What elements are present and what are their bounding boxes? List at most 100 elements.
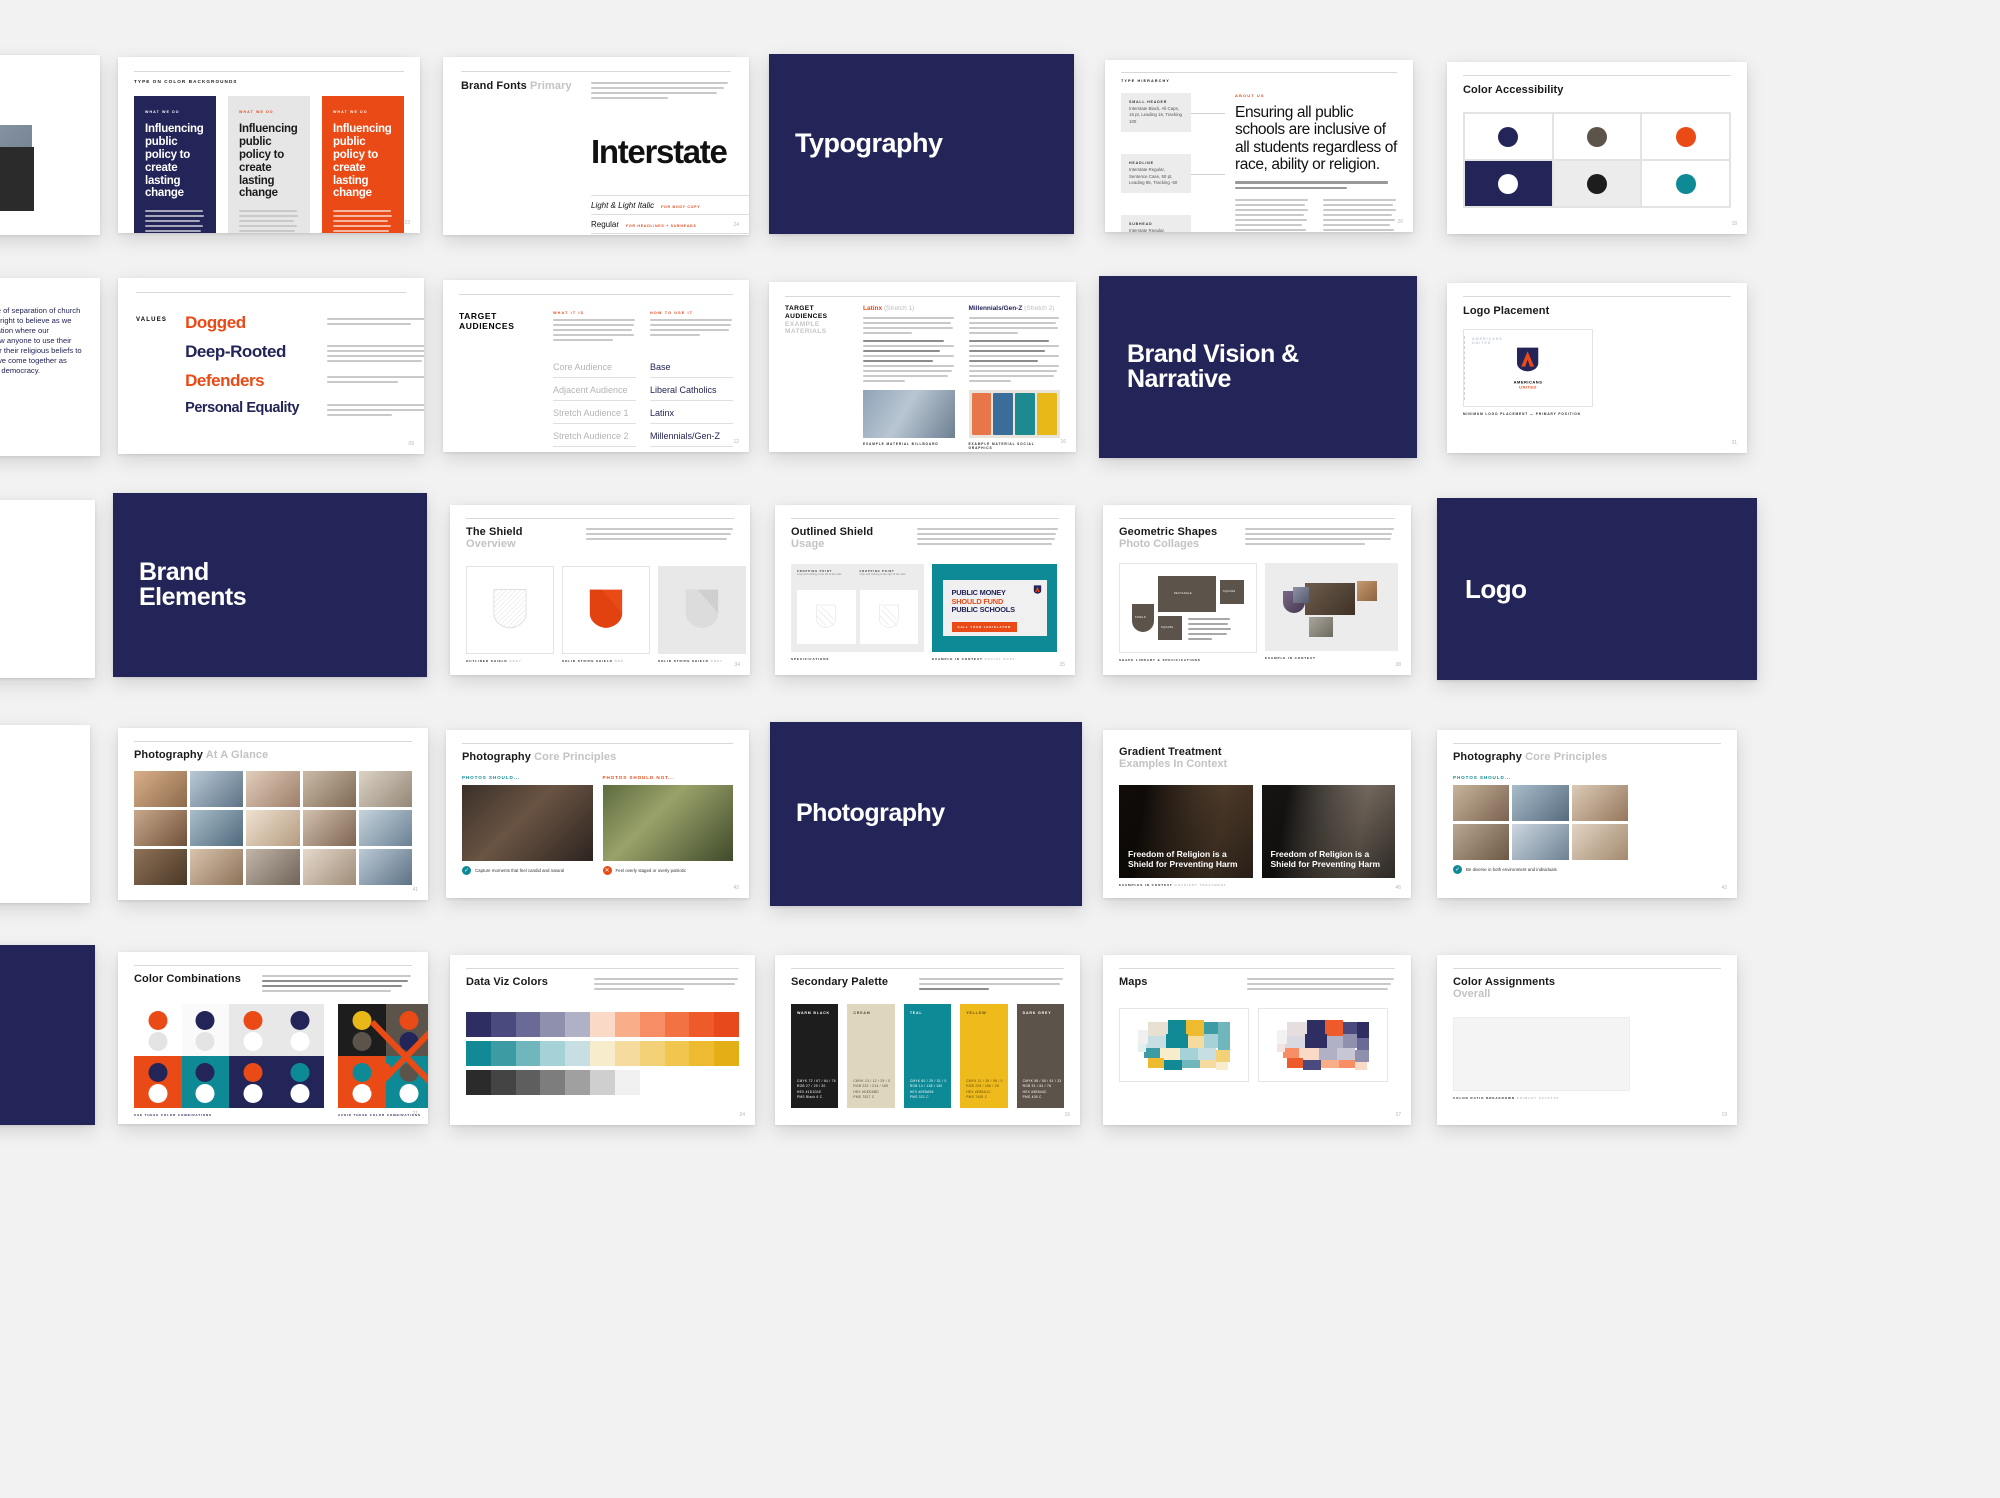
caption: OUTLINED SHIELD GREY	[466, 659, 522, 663]
type-card-orange[interactable]: WHAT WE DO Influencing public policy to …	[322, 96, 404, 233]
slide-title: Logo Placement	[1463, 305, 1550, 317]
swatch-warm-black: WARM BLACK CMYK 72 / 67 / 64 / 76 RGB 27…	[791, 1004, 839, 1108]
map-teal-yellow	[1119, 1008, 1249, 1082]
audience-stretch-1: Stretch Audience 1	[553, 401, 636, 424]
slide-title: Color Accessibility	[1463, 84, 1564, 96]
card-kicker: WHAT WE DO	[145, 110, 180, 114]
slide-outlined-shield-usage[interactable]: Outlined Shield Usage CROPPING POINT Cro…	[775, 505, 1075, 675]
slide-target-audiences-example-materials[interactable]: TARGET AUDIENCES EXAMPLE MATERIALS Latin…	[769, 282, 1076, 452]
slide-maps[interactable]: Maps 27	[1103, 955, 1411, 1125]
page-number: 23	[404, 220, 410, 226]
slide-color-assignments[interactable]: Color Assignments Overall COLOR RATIO BR…	[1437, 955, 1737, 1125]
swatch-dark-grey: DARK GREY CMYK 58 / 55 / 61 / 33 RGB 91 …	[1016, 1004, 1065, 1108]
audience-name-latinx: Latinx (Stretch 1)	[863, 305, 915, 312]
slide-thumbnail-partial-left-3[interactable]: Liberal Catholics (Adjacent)	[0, 500, 95, 678]
card-kicker: WHAT WE DO	[333, 110, 368, 114]
slide-geometric-shapes[interactable]: Geometric Shapes Photo Collages SHIELD R…	[1103, 505, 1411, 675]
swatch-yellow: YELLOW CMYK 11 / 26 / 98 / 0 RGB 228 / 1…	[960, 1004, 1008, 1108]
photo-should-caption: Capture moments that feel candid and nat…	[475, 868, 565, 873]
slide-color-combinations[interactable]: Color Combinations USE THESE COLOR COMBI…	[118, 952, 428, 1124]
shape-shield: SHIELD	[1132, 603, 1154, 632]
slide-target-audiences[interactable]: TARGET AUDIENCES WHAT IT IS Core Audienc…	[443, 280, 749, 452]
page-number: 42	[733, 885, 739, 891]
shield-example-context: PUBLIC MONEY SHOULD FUND PUBLIC SCHOOLS …	[932, 564, 1057, 661]
type-spec-subhead: SUBHEAD Interstate Regular, Sentence Cas…	[1121, 215, 1191, 232]
slide-thumbnail-partial-left-5[interactable]	[0, 945, 95, 1125]
slide-headline: Ensuring all public schools are inclusiv…	[1235, 104, 1397, 174]
caption: EXAMPLE MATERIAL SOCIAL GRAPHICS	[968, 442, 1035, 450]
map-navy-orange	[1258, 1008, 1388, 1082]
page-number: 18	[1731, 221, 1737, 227]
slide-thumbnail-partial-left-4[interactable]	[0, 725, 90, 903]
slide-divider-photography[interactable]: Photography	[770, 722, 1082, 906]
page-number: 16	[1060, 439, 1066, 445]
gradient-card-1: Freedom of Religion is a Shield for Prev…	[1119, 784, 1253, 878]
page-number: 12	[733, 439, 739, 445]
slide-eyebrow: TYPE ON COLOR BACKGROUNDS	[134, 79, 238, 84]
swatch-teal: TEAL CMYK 80 / 29 / 31 / 0 RGB 14 / 138 …	[903, 1004, 952, 1108]
slide-subtitle: Primary	[530, 80, 572, 92]
swatch-cell	[1641, 160, 1730, 207]
check-icon: ✓	[1453, 865, 1462, 874]
slide-color-accessibility[interactable]: Color Accessibility 18	[1447, 62, 1747, 234]
spec-detail: Interstate Regular, Sentence Case, 50 pt…	[1129, 167, 1178, 185]
slide-title: Maps	[1119, 976, 1148, 988]
washington-state-map-icon-2	[1277, 1020, 1369, 1070]
slide-type-hierarchy[interactable]: TYPE HIERARCHY SMALL HEADER Interstate B…	[1105, 60, 1413, 232]
type-card-navy[interactable]: WHAT WE DO Influencing public policy to …	[134, 96, 216, 233]
headline-kicker: ABOUT US	[1235, 93, 1265, 98]
slide-logo-placement[interactable]: Logo Placement AMERICANS UNITED AMERICANS…	[1447, 283, 1747, 453]
value-word: Dogged	[185, 313, 246, 332]
slide-divider-brand-vision[interactable]: Brand Vision & Narrative	[1099, 276, 1417, 458]
page-number: 19	[1721, 1112, 1727, 1118]
slide-brand-fonts[interactable]: Brand Fonts Primary Interstate Light & L…	[443, 57, 749, 235]
swatch-cell	[1464, 113, 1553, 160]
caption: MINIMUM LOGO PLACEMENT — Primary Positio…	[1463, 412, 1581, 416]
slide-subtitle: Core Principles	[534, 751, 617, 763]
font-weight-name: Regular	[591, 220, 620, 229]
slide-divider-brand-elements[interactable]: Brand Elements	[113, 493, 427, 677]
spec-detail: Interstate Regular, Sentence Case, 21 pt…	[1129, 228, 1165, 232]
slide-title: Brand Fonts	[461, 80, 527, 92]
slide-title: Data Viz Colors	[466, 976, 548, 988]
what-it-is-label: WHAT IT IS	[553, 311, 585, 315]
slide-type-on-color-backgrounds[interactable]: TYPE ON COLOR BACKGROUNDS WHAT WE DO Inf…	[118, 57, 420, 233]
color-accessibility-matrix	[1463, 112, 1731, 208]
photo-should	[462, 785, 593, 861]
slide-the-shield[interactable]: The Shield Overview OUTLINED SHIELD GREY	[450, 505, 750, 675]
poster-cta-button[interactable]: CALL YOUR LEGISLATOR	[951, 621, 1017, 632]
slide-title: Secondary Palette	[791, 976, 889, 988]
caption-use: USE THESE COLOR COMBINATIONS	[134, 1113, 212, 1117]
slide-gradient-treatment[interactable]: Gradient Treatment Examples In Context F…	[1103, 730, 1411, 898]
slide-secondary-palette[interactable]: Secondary Palette WARM BLACK CMYK 72 / 6…	[775, 955, 1080, 1125]
slide-divider-typography[interactable]: Typography	[769, 54, 1074, 234]
slide-photography-core-principles[interactable]: Photography Core Principles PHOTOS SHOUL…	[446, 730, 749, 898]
caption: SPECIFICATIONS	[791, 657, 830, 661]
ramp-greyscale	[466, 1070, 640, 1095]
color-combos-use: USE THESE COLOR COMBINATIONS	[134, 1004, 324, 1117]
value-item: Dogged	[185, 313, 424, 333]
slide-photography-core-principles-2[interactable]: Photography Core Principles PHOTOS SHOUL…	[1437, 730, 1737, 898]
caption: EXAMPLE IN CONTEXT SOCIAL POST	[932, 657, 1016, 661]
font-weight-usage: FOR BODY COPY	[661, 205, 701, 209]
photo-should-not	[602, 785, 733, 861]
navy-dot	[1498, 126, 1519, 147]
slide-divider-logo[interactable]: Logo	[1437, 498, 1757, 680]
type-card-grey[interactable]: WHAT WE DO Influencing public policy to …	[228, 96, 310, 233]
slide-subtitle: At A Glance	[205, 749, 269, 761]
spec-label: HEADLINE	[1129, 161, 1154, 166]
slide-values[interactable]: VALUES Dogged Deep-Rooted Defenders Pers…	[118, 278, 424, 454]
slide-photography-at-a-glance[interactable]: Photography At A Glance 41	[118, 728, 428, 900]
gradient-card-headline: Freedom of Religion is a Shield for Prev…	[1270, 848, 1381, 869]
shape-square-a: SQUARE	[1220, 579, 1244, 604]
slide-data-viz-colors[interactable]: Data Viz Colors 24	[450, 955, 755, 1125]
slide-thumbnail-partial-left-1[interactable]	[0, 55, 100, 235]
slide-thumbnail-partial-left-2[interactable]: BRAND STATEMENT The foundational princip…	[0, 278, 100, 456]
audience-millennials-genz: Millennials/Gen-Z	[650, 424, 733, 447]
slide-eyebrow: TYPE HIERARCHY	[1121, 79, 1170, 83]
slide-title: Color Assignments	[1453, 976, 1556, 988]
caption: EXAMPLES IN CONTEXT GRADIENT TREATMENT	[1119, 882, 1227, 887]
combo-cell	[134, 1056, 182, 1108]
slide-title: TARGET AUDIENCES	[785, 305, 828, 320]
slide-subtitle: Core Principles	[1525, 751, 1608, 763]
